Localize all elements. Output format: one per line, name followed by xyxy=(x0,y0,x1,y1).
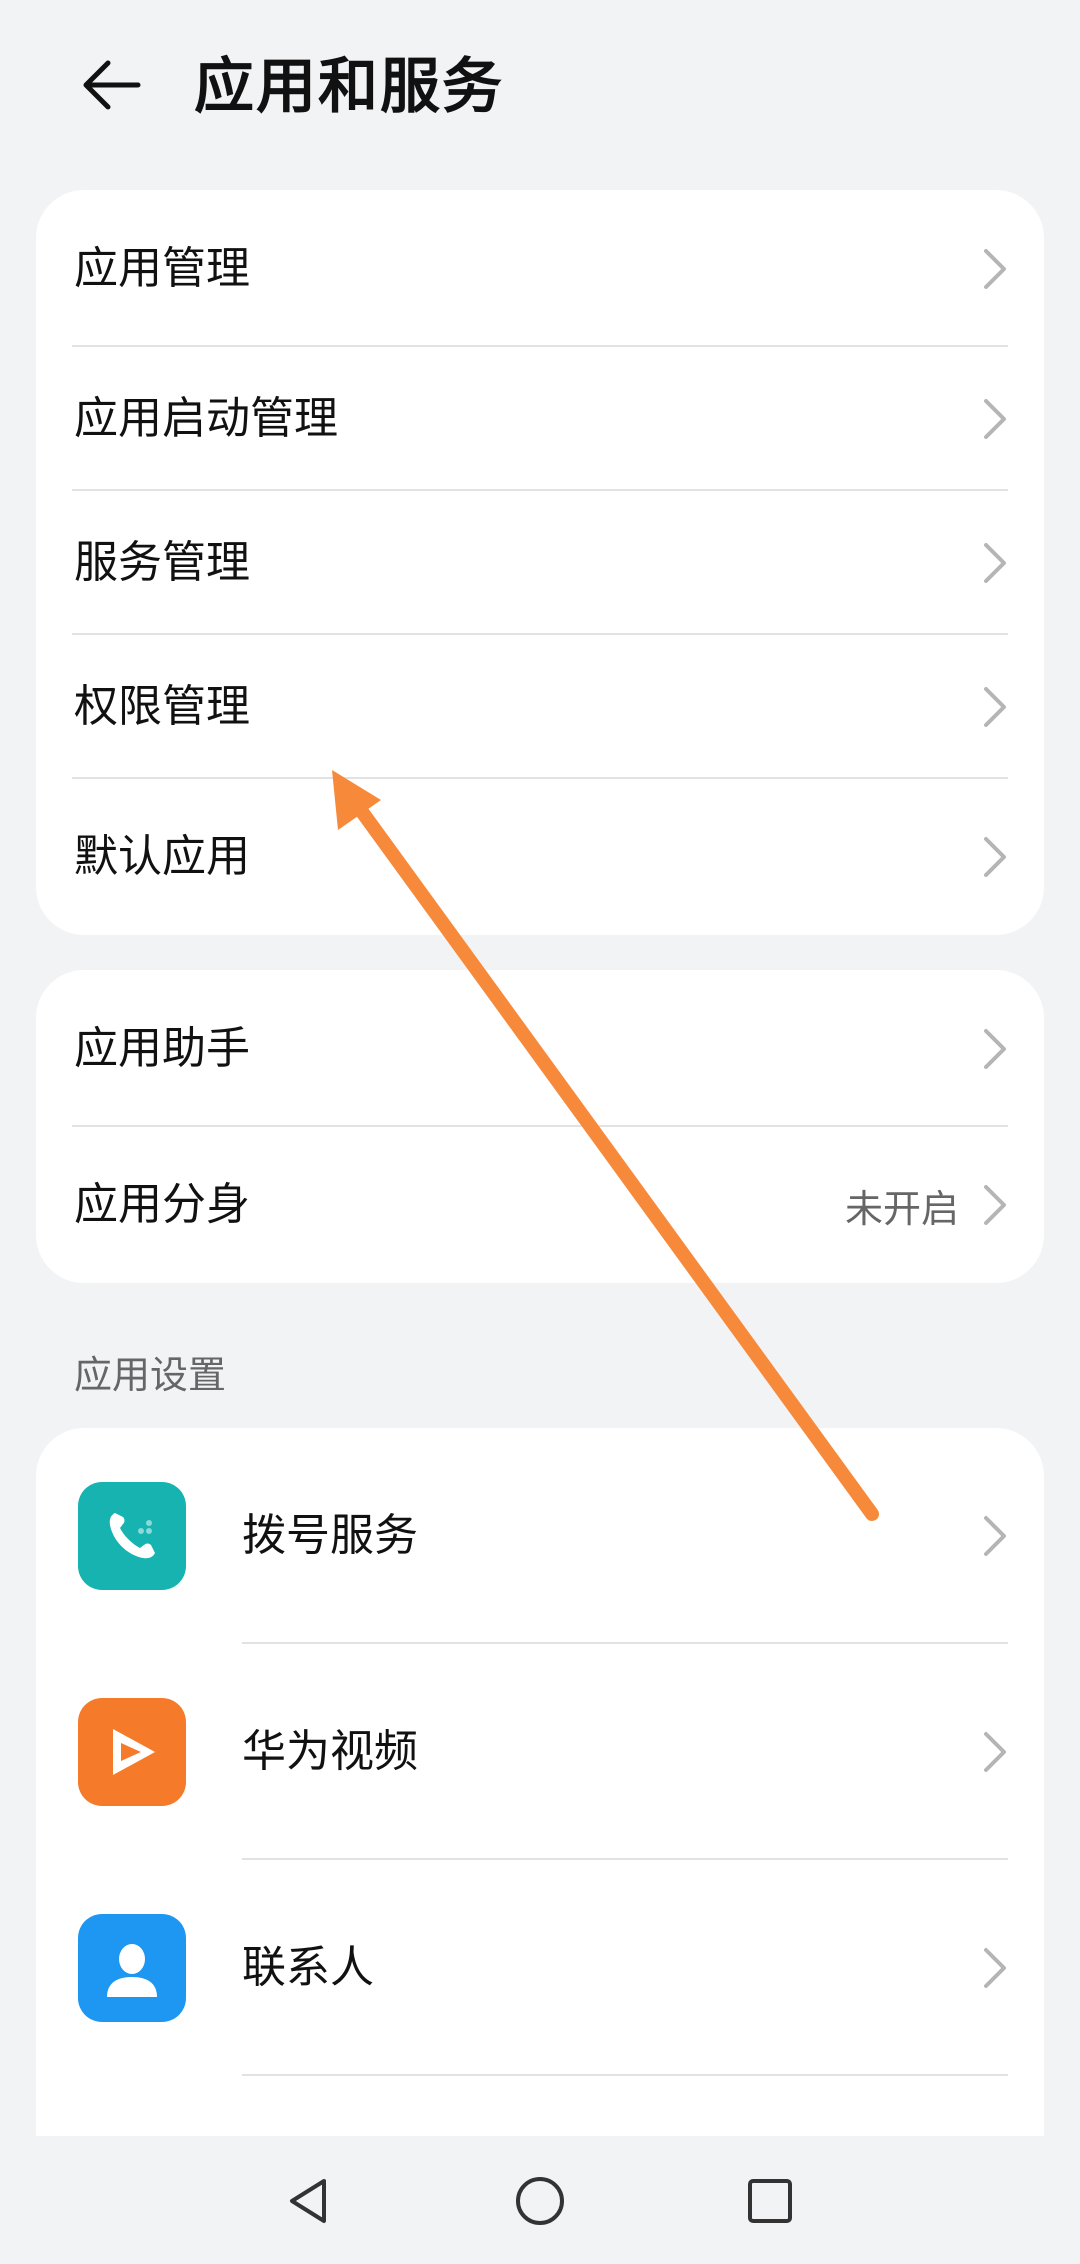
menu-item-permission-management[interactable]: 权限管理 xyxy=(36,635,1044,779)
top-app-bar: 应用和服务 xyxy=(0,0,1080,170)
nav-back-button[interactable] xyxy=(273,2166,343,2236)
chevron-right-icon xyxy=(984,687,1006,727)
status-value: 未开启 xyxy=(844,1186,959,1231)
app-item-contacts[interactable]: 联系人 xyxy=(36,1860,1044,2076)
app-label: 拨号服务 xyxy=(242,1510,418,1561)
chevron-right-icon xyxy=(984,1732,1006,1772)
video-play-icon xyxy=(78,1698,186,1806)
menu-item-app-assistant[interactable]: 应用助手 xyxy=(36,970,1044,1127)
nav-back-icon xyxy=(290,2179,326,2223)
menu-item-label: 应用分身 xyxy=(74,1179,250,1230)
nav-home-icon xyxy=(516,2177,564,2225)
menu-item-label: 权限管理 xyxy=(74,681,250,732)
menu-item-app-twin[interactable]: 应用分身 未开启 xyxy=(36,1127,1044,1283)
system-navigation-bar xyxy=(0,2136,1080,2264)
chevron-right-icon xyxy=(984,399,1006,439)
menu-item-label: 应用助手 xyxy=(74,1022,250,1074)
back-button[interactable] xyxy=(70,45,150,125)
menu-item-default-apps[interactable]: 默认应用 xyxy=(36,779,1044,935)
app-label: 联系人 xyxy=(242,1942,374,1993)
section-header-app-settings: 应用设置 xyxy=(74,1353,227,1397)
menu-item-label: 应用启动管理 xyxy=(74,393,338,444)
app-label: 华为视频 xyxy=(242,1726,418,1777)
nav-recents-button[interactable] xyxy=(735,2166,805,2236)
contact-person-icon xyxy=(78,1914,186,2022)
app-item-dialer[interactable]: 拨号服务 xyxy=(36,1428,1044,1644)
app-management-card: 应用管理 应用启动管理 服务管理 权限管理 默认应用 xyxy=(36,190,1044,935)
phone-icon xyxy=(78,1482,186,1590)
chevron-right-icon xyxy=(984,248,1006,289)
chevron-right-icon xyxy=(984,1516,1006,1556)
menu-item-app-launch-management[interactable]: 应用启动管理 xyxy=(36,347,1044,491)
chevron-right-icon xyxy=(984,837,1006,877)
chevron-right-icon xyxy=(984,1948,1006,1988)
app-item-huawei-video[interactable]: 华为视频 xyxy=(36,1644,1044,1860)
menu-item-label: 默认应用 xyxy=(74,831,250,882)
menu-item-service-management[interactable]: 服务管理 xyxy=(36,491,1044,635)
menu-item-app-management[interactable]: 应用管理 xyxy=(36,190,1044,347)
app-assistant-card: 应用助手 应用分身 未开启 xyxy=(36,970,1044,1283)
back-arrow-icon xyxy=(83,60,141,110)
page-title: 应用和服务 xyxy=(194,52,504,122)
chevron-right-icon xyxy=(984,1185,1006,1225)
nav-recents-icon xyxy=(748,2179,792,2223)
menu-item-label: 应用管理 xyxy=(74,242,250,294)
divider xyxy=(242,2074,1008,2076)
chevron-right-icon xyxy=(984,1028,1006,1069)
nav-home-button[interactable] xyxy=(505,2166,575,2236)
chevron-right-icon xyxy=(984,543,1006,583)
menu-item-label: 服务管理 xyxy=(74,537,250,588)
app-settings-card: 拨号服务 华为视频 联系人 xyxy=(36,1428,1044,2140)
